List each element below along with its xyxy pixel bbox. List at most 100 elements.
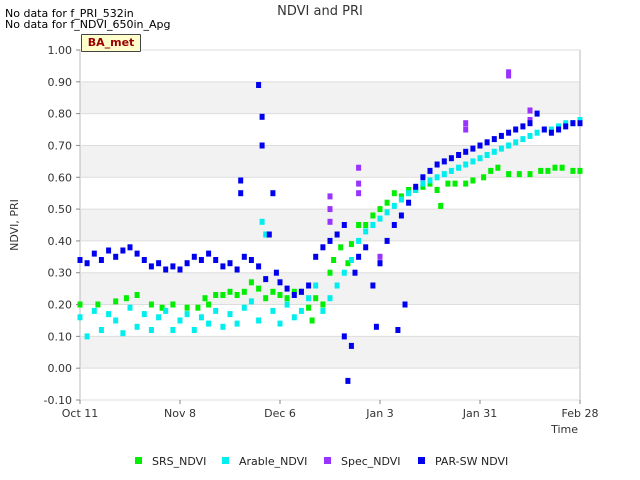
data-point	[448, 155, 454, 162]
data-point	[341, 222, 347, 228]
data-point	[434, 187, 440, 193]
data-point	[277, 292, 283, 298]
legend-swatch	[135, 457, 142, 464]
data-point	[134, 323, 140, 330]
data-point	[298, 307, 304, 314]
grid-band	[80, 145, 580, 178]
data-point	[327, 218, 333, 225]
data-point	[488, 167, 494, 174]
data-point	[127, 244, 133, 251]
y-tick-label: 0.00	[48, 362, 73, 375]
data-point	[270, 307, 276, 314]
y-axis-label: NDVI, PRI	[8, 199, 21, 251]
data-point	[256, 317, 262, 324]
grid-band	[80, 209, 580, 241]
data-point	[298, 288, 304, 295]
data-point	[91, 250, 97, 257]
data-point	[384, 237, 390, 244]
data-point	[559, 164, 565, 171]
legend-swatch	[222, 457, 229, 464]
data-point	[363, 228, 369, 235]
data-point	[270, 190, 276, 197]
data-point	[377, 260, 383, 267]
data-point	[141, 311, 147, 318]
y-tick-label: 0.50	[48, 203, 73, 216]
data-point	[177, 266, 183, 273]
data-point	[170, 327, 176, 333]
data-point	[445, 180, 451, 187]
data-point	[348, 257, 354, 263]
data-point	[227, 311, 233, 318]
data-point	[263, 276, 269, 283]
x-tick-label: Oct 11	[62, 407, 99, 420]
data-point	[363, 244, 369, 251]
data-point	[320, 244, 326, 251]
data-point	[395, 327, 401, 333]
data-point	[391, 202, 397, 209]
data-point	[563, 123, 569, 130]
data-point	[213, 307, 219, 314]
data-point	[141, 257, 147, 263]
data-point	[498, 145, 504, 152]
data-point	[241, 304, 247, 311]
data-point	[516, 171, 522, 178]
data-point	[570, 120, 576, 127]
data-point	[191, 327, 197, 333]
data-point	[341, 333, 347, 340]
data-point	[202, 295, 208, 302]
data-point	[306, 282, 312, 289]
data-point	[148, 327, 154, 333]
data-point	[438, 202, 444, 209]
data-point	[213, 292, 219, 298]
data-point	[373, 323, 379, 330]
ndvi-pri-chart: -0.10 0.00 0.10 0.20 0.30 0.40 0.50 0.60 0.70 0.8…	[8, 4, 598, 468]
data-point	[306, 295, 312, 302]
data-point	[263, 295, 269, 302]
data-point	[577, 120, 583, 127]
data-point	[463, 148, 469, 155]
data-point	[170, 301, 176, 308]
data-point	[238, 177, 244, 184]
data-point	[120, 247, 126, 254]
y-tick-label: 0.70	[48, 139, 73, 152]
data-point	[113, 298, 119, 305]
data-point	[527, 171, 533, 178]
chart-title: NDVI and PRI	[277, 4, 363, 19]
data-point	[248, 257, 254, 263]
data-point	[334, 282, 340, 289]
data-point	[570, 167, 576, 174]
data-point	[256, 82, 262, 88]
data-point	[520, 136, 526, 143]
data-point	[84, 333, 90, 340]
data-point	[356, 180, 362, 187]
data-point	[327, 269, 333, 276]
legend-swatch	[324, 457, 331, 464]
data-point	[552, 164, 558, 171]
data-point	[520, 123, 526, 130]
data-point	[120, 330, 126, 337]
data-point	[148, 263, 154, 270]
data-point	[338, 244, 344, 251]
data-point	[484, 139, 490, 146]
x-tick-label: Dec 6	[264, 407, 296, 420]
data-point	[313, 253, 319, 260]
data-point	[513, 126, 519, 133]
data-point	[356, 222, 362, 228]
data-point	[234, 292, 240, 298]
data-point	[259, 142, 265, 149]
data-point	[398, 196, 404, 203]
data-point	[556, 126, 562, 133]
y-tick-label: 0.60	[48, 171, 73, 184]
data-point	[470, 177, 476, 184]
y-tick-label: 0.10	[48, 330, 73, 343]
data-point	[463, 120, 469, 127]
data-point	[506, 142, 512, 149]
x-tick-label: Jan 3	[365, 407, 393, 420]
data-point	[513, 139, 519, 146]
data-point	[156, 260, 162, 267]
data-point	[277, 320, 283, 327]
data-point	[456, 152, 462, 158]
data-point	[481, 174, 487, 181]
data-point	[463, 126, 469, 133]
legend-swatch	[418, 457, 425, 464]
